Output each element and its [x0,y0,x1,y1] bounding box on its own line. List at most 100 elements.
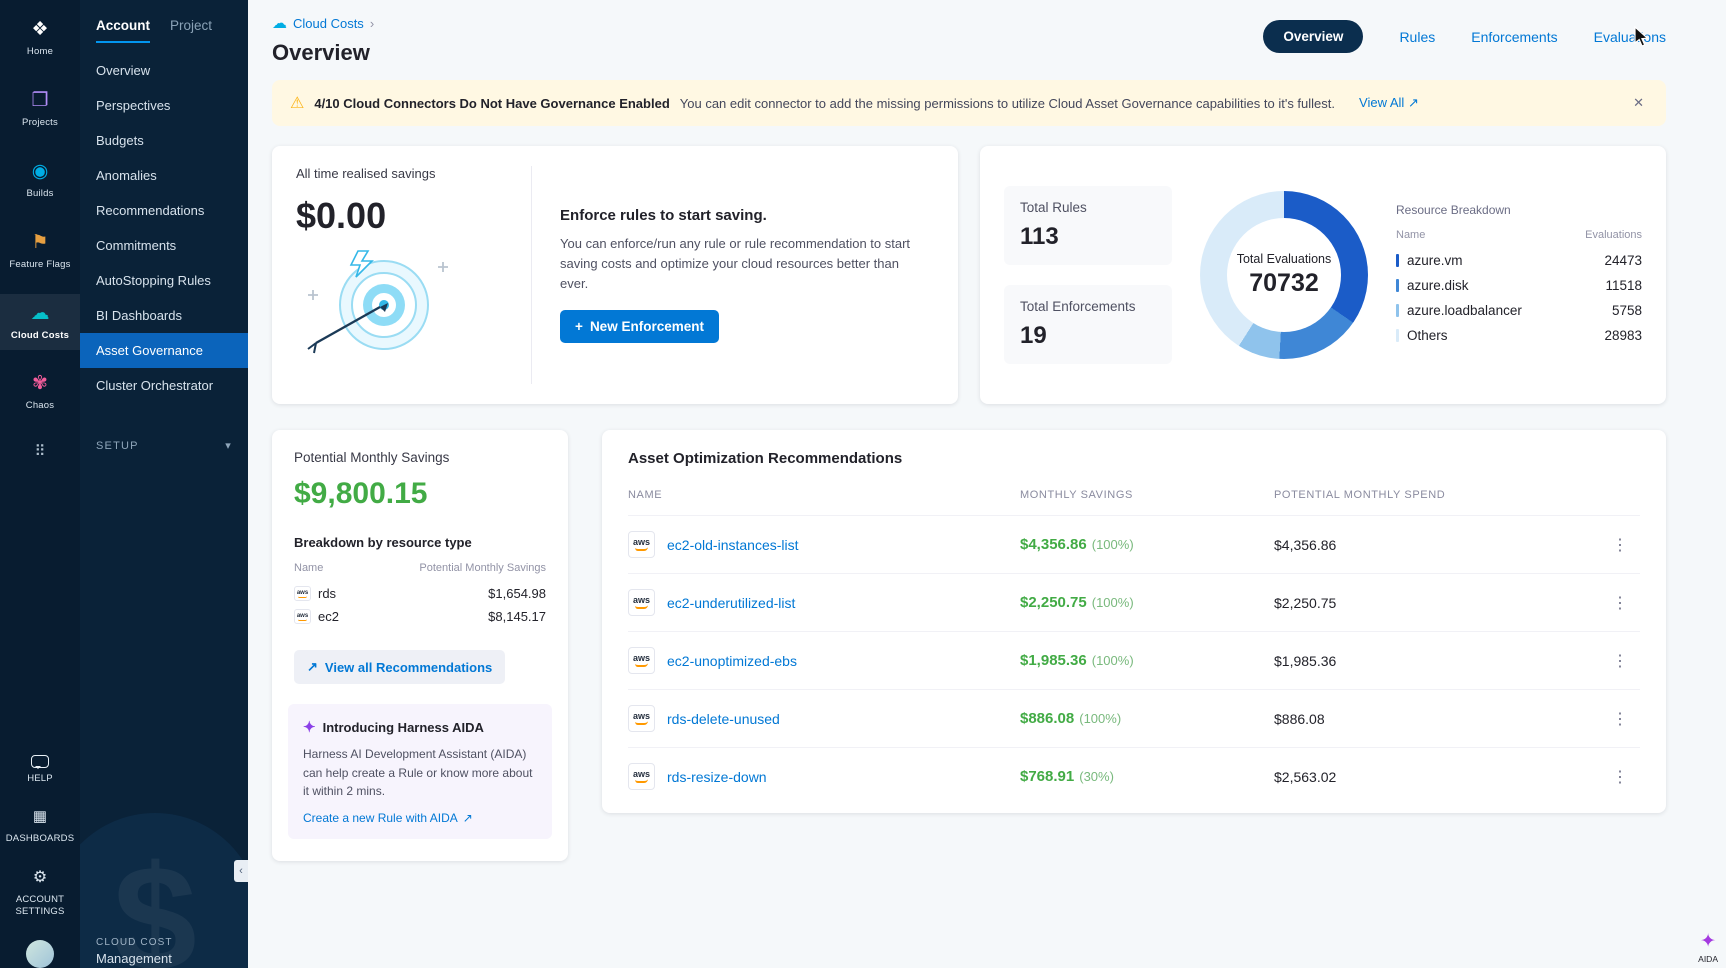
module-label-line2: Management [96,951,232,966]
recommendation-link[interactable]: ec2-unoptimized-ebs [667,653,797,669]
tab-enforcements[interactable]: Enforcements [1471,29,1557,45]
banner-view-all-link[interactable]: View All ↗ [1359,95,1419,111]
col-name: NAME [628,489,1020,501]
row-menu-kebab-icon[interactable]: ⋮ [1600,709,1640,729]
breadcrumb: ☁ Cloud Costs › [272,14,374,32]
setup-label: SETUP [96,440,139,452]
account-settings-icon: ⚙ [33,867,47,889]
rail-item-label: HELP [27,773,53,785]
table-row[interactable]: aws rds-delete-unused $886.08(100%) $886… [628,689,1640,747]
new-enforcement-button[interactable]: + New Enforcement [560,310,719,343]
recommendation-link[interactable]: rds-delete-unused [667,711,780,727]
potential-savings-card: Potential Monthly Savings $9,800.15 Brea… [272,430,568,861]
aws-icon: aws [628,763,655,790]
external-link-icon: ↗ [307,659,318,675]
asset-optimization-title: Asset Optimization Recommendations [628,450,1640,467]
total-rules-label: Total Rules [1020,200,1156,215]
sidebar-item-budgets[interactable]: Budgets [80,123,248,158]
enforce-cta-title: Enforce rules to start saving. [560,207,934,224]
table-row[interactable]: aws rds-resize-down $768.91(30%) $2,563.… [628,747,1640,805]
potential-col-savings: Potential Monthly Savings [419,562,546,574]
total-rules-stat: Total Rules 113 [1004,186,1172,265]
sidebar-item-overview[interactable]: Overview [80,53,248,88]
aida-promo-panel: ✦ Introducing Harness AIDA Harness AI De… [288,704,552,839]
sidebar-collapse-toggle[interactable]: ‹ [234,860,248,882]
recommendation-link[interactable]: rds-resize-down [667,769,767,785]
aws-icon: aws [628,589,655,616]
page-title: Overview [272,40,374,66]
resource-name: rds [318,586,336,601]
sidebar-item-commitments[interactable]: Commitments [80,228,248,263]
donut-center-value: 70732 [1249,269,1319,298]
aida-promo-title: Introducing Harness AIDA [323,720,484,735]
legend-chip [1396,304,1399,317]
sidebar-item-bi-dashboards[interactable]: BI Dashboards [80,298,248,333]
tab-project[interactable]: Project [170,18,212,43]
rail-item-feature-flags[interactable]: ⚑ Feature Flags [0,223,80,280]
table-row[interactable]: aws ec2-unoptimized-ebs $1,985.36(100%) … [628,631,1640,689]
rail-item-home[interactable]: ❖ Home [0,10,80,67]
module-label: CLOUD COST Management [80,927,248,968]
tab-rules[interactable]: Rules [1399,29,1435,45]
resource-breakdown-title: Resource Breakdown [1396,203,1642,217]
sidebar-item-autostopping-rules[interactable]: AutoStopping Rules [80,263,248,298]
module-picker-button[interactable]: ⠿ [0,435,80,469]
row-menu-kebab-icon[interactable]: ⋮ [1600,767,1640,787]
donut-center-label: Total Evaluations [1237,252,1332,266]
aida-fab-label: AIDA [1698,954,1718,964]
rail-item-projects[interactable]: ❐ Projects [0,81,80,138]
governance-top-nav: Overview Rules Enforcements Evaluations [1263,20,1666,53]
sidebar-item-perspectives[interactable]: Perspectives [80,88,248,123]
table-row[interactable]: aws ec2-underutilized-list $2,250.75(100… [628,573,1640,631]
total-enforcements-stat: Total Enforcements 19 [1004,285,1172,364]
legend-chip [1396,254,1399,267]
col-monthly-savings: MONTHLY SAVINGS [1020,489,1274,501]
sidebar-item-cluster-orchestrator[interactable]: Cluster Orchestrator [80,368,248,403]
tab-account[interactable]: Account [96,18,150,43]
rail-item-label: Home [27,46,53,58]
user-avatar[interactable] [26,940,54,968]
rail-item-account-settings[interactable]: ⚙ ACCOUNT SETTINGS [0,861,80,924]
breakdown-row: azure.loadbalancer 5758 [1396,298,1642,323]
rail-item-label: Feature Flags [9,259,70,271]
sidebar-item-recommendations[interactable]: Recommendations [80,193,248,228]
recommendation-link[interactable]: ec2-old-instances-list [667,537,799,553]
rail-item-chaos[interactable]: ✾ Chaos [0,364,80,421]
row-menu-kebab-icon[interactable]: ⋮ [1600,651,1640,671]
recommendation-link[interactable]: ec2-underutilized-list [667,595,795,611]
create-rule-with-aida-link[interactable]: Create a new Rule with AIDA ↗ [303,811,537,825]
rail-item-cloud-costs[interactable]: ☁ Cloud Costs [0,294,80,351]
banner-close-icon[interactable]: ✕ [1629,93,1648,113]
tab-overview[interactable]: Overview [1263,20,1363,53]
sidebar-setup-toggle[interactable]: SETUP ▾ [80,429,248,462]
banner-title: 4/10 Cloud Connectors Do Not Have Govern… [314,96,669,111]
breakdown-col-name: Name [1396,229,1425,241]
view-all-recommendations-button[interactable]: ↗ View all Recommendations [294,650,505,684]
aws-icon: aws [294,609,311,624]
grid-dots-icon: ⠿ [35,441,46,463]
sidebar-item-anomalies[interactable]: Anomalies [80,158,248,193]
breakdown-name: azure.vm [1407,253,1463,268]
tab-evaluations[interactable]: Evaluations [1594,29,1666,45]
row-menu-kebab-icon[interactable]: ⋮ [1600,593,1640,613]
rail-item-help[interactable]: HELP [0,749,80,791]
external-link-icon: ↗ [1408,95,1419,110]
cloud-costs-sidebar: Account Project Overview Perspectives Bu… [80,0,248,968]
help-chat-icon [31,755,49,768]
aida-assistant-button[interactable]: ✦ AIDA [1698,930,1718,964]
col-potential-monthly-spend: POTENTIAL MONTHLY SPEND [1274,489,1600,501]
sidebar-item-asset-governance[interactable]: Asset Governance [80,333,248,368]
rail-item-dashboards[interactable]: ▦ DASHBOARDS [0,800,80,851]
feature-flags-icon: ⚑ [31,232,48,254]
table-row[interactable]: aws ec2-old-instances-list $4,356.86(100… [628,515,1640,573]
spend-value: $1,985.36 [1274,653,1600,669]
rail-item-label: Chaos [26,400,54,412]
rail-item-builds[interactable]: ◉ Builds [0,152,80,209]
row-menu-kebab-icon[interactable]: ⋮ [1600,535,1640,555]
aida-sparkle-icon: ✦ [1700,930,1716,953]
breadcrumb-cloud-costs[interactable]: Cloud Costs [293,16,364,31]
main-content: ☁ Cloud Costs › Overview Overview Rules … [248,0,1726,968]
resource-type-breakdown-label: Breakdown by resource type [294,535,546,550]
chaos-icon: ✾ [32,373,48,395]
page-header: ☁ Cloud Costs › Overview Overview Rules … [248,0,1726,78]
